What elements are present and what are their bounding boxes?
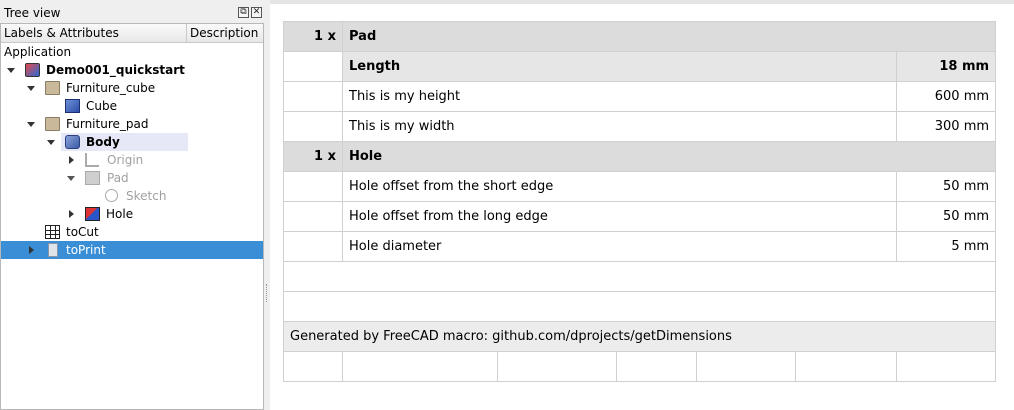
dimension-label[interactable]: This is my width: [342, 111, 897, 142]
table-row: This is my height 600 mm: [283, 81, 997, 112]
dimension-label[interactable]: This is my height: [342, 81, 897, 112]
column-header-labels[interactable]: Labels & Attributes: [1, 24, 187, 42]
column-header-description[interactable]: Description: [187, 24, 263, 42]
hole-icon: [85, 207, 100, 221]
footer-row: Generated by FreeCAD macro: github.com/d…: [282, 321, 997, 352]
tree-item-document[interactable]: Demo001_quickstart: [1, 61, 263, 79]
empty-cell[interactable]: [282, 291, 997, 322]
tree-item-toprint[interactable]: toPrint: [1, 241, 263, 259]
tree-item-application[interactable]: Application: [1, 43, 263, 61]
tree-item-label: Demo001_quickstart: [46, 63, 185, 77]
dimension-value[interactable]: 50 mm: [895, 201, 997, 232]
section-qty[interactable]: 1 x: [283, 21, 343, 52]
tree-view-panel: Tree view ⧉ ✕ Labels & Attributes Descri…: [0, 0, 264, 410]
spreadsheet-icon: [45, 225, 60, 239]
tree-item-label: Pad: [107, 171, 129, 185]
sketch-icon: [105, 189, 118, 202]
close-panel-button[interactable]: ✕: [251, 7, 262, 18]
tree-item-pad[interactable]: Pad: [1, 169, 263, 187]
empty-cell[interactable]: [282, 261, 997, 292]
dimension-label[interactable]: Hole offset from the short edge: [342, 171, 897, 202]
empty-cell[interactable]: [795, 351, 897, 382]
tree-item-label: Origin: [107, 153, 144, 167]
table-row: Hole offset from the short edge 50 mm: [283, 171, 997, 202]
expand-arrow-icon[interactable]: [27, 122, 35, 127]
folder-icon: [45, 81, 60, 95]
expand-arrow-icon[interactable]: [47, 140, 55, 145]
tree-item-furniture-cube[interactable]: Furniture_cube: [1, 79, 263, 97]
empty-cell[interactable]: [895, 351, 997, 382]
empty-cell[interactable]: [342, 351, 498, 382]
tree-widget: Labels & Attributes Description Applicat…: [0, 23, 264, 410]
tree-item-origin[interactable]: Origin: [1, 151, 263, 169]
empty-cell[interactable]: [616, 351, 697, 382]
dimension-label[interactable]: Length: [342, 51, 897, 82]
panel-title: Tree view: [4, 6, 61, 20]
splitter-grip-icon[interactable]: [266, 284, 268, 302]
document-icon: [25, 63, 40, 77]
empty-cell[interactable]: [283, 81, 343, 112]
page-icon: [48, 243, 58, 257]
empty-cell[interactable]: [283, 171, 343, 202]
cube-icon: [65, 99, 80, 113]
tree-item-label: Application: [4, 45, 72, 59]
empty-cell[interactable]: [283, 111, 343, 142]
tree-item-sketch[interactable]: Sketch: [1, 187, 263, 205]
tree-item-label: toCut: [66, 225, 99, 239]
expand-arrow-icon[interactable]: [27, 86, 35, 91]
section-name[interactable]: Hole: [341, 141, 997, 172]
table-row: Hole diameter 5 mm: [283, 231, 997, 262]
empty-cell[interactable]: [283, 201, 343, 232]
float-panel-button[interactable]: ⧉: [238, 7, 249, 18]
folder-icon: [45, 117, 60, 131]
empty-cell[interactable]: [283, 231, 343, 262]
dimension-value[interactable]: 50 mm: [895, 171, 997, 202]
empty-cell[interactable]: [283, 351, 343, 382]
pad-icon: [85, 171, 100, 185]
expand-arrow-icon[interactable]: [7, 68, 15, 73]
tree-item-label: Cube: [86, 99, 117, 113]
origin-icon: [85, 153, 99, 167]
dimension-value[interactable]: 600 mm: [895, 81, 997, 112]
tree-item-label: Body: [86, 135, 120, 149]
section-name[interactable]: Pad: [341, 21, 997, 52]
empty-cell[interactable]: [696, 351, 796, 382]
dimensions-table: 1 x Pad Length 18 mm This is my height 6…: [282, 21, 997, 382]
dimension-value[interactable]: 300 mm: [895, 111, 997, 142]
table-row: Hole offset from the long edge 50 mm: [283, 201, 997, 232]
section-row-hole: 1 x Hole: [283, 141, 997, 172]
empty-cell[interactable]: [283, 51, 343, 82]
tree-item-hole[interactable]: Hole: [1, 205, 263, 223]
tree-item-label: Furniture_pad: [66, 117, 149, 131]
tree-item-tocut[interactable]: toCut: [1, 223, 263, 241]
body-icon: [65, 135, 80, 149]
collapse-arrow-icon[interactable]: [69, 156, 74, 164]
dimension-value[interactable]: 5 mm: [895, 231, 997, 262]
empty-row: [282, 291, 997, 322]
expand-arrow-icon[interactable]: [67, 176, 75, 181]
collapse-arrow-icon[interactable]: [69, 210, 74, 218]
dimension-value[interactable]: 18 mm: [895, 51, 997, 82]
section-qty[interactable]: 1 x: [283, 141, 343, 172]
dimension-label[interactable]: Hole diameter: [342, 231, 897, 262]
tree-item-label: Sketch: [126, 189, 167, 203]
tree-item-body[interactable]: Body: [1, 133, 263, 151]
section-row-pad: 1 x Pad: [283, 21, 997, 52]
tree-header: Labels & Attributes Description: [1, 24, 263, 43]
empty-row: [283, 351, 997, 382]
selection-highlight: [61, 133, 188, 151]
tree-item-label: Furniture_cube: [66, 81, 156, 95]
footer-text[interactable]: Generated by FreeCAD macro: github.com/d…: [282, 321, 997, 352]
tree-item-label: Hole: [106, 207, 134, 221]
tree-item-furniture-pad[interactable]: Furniture_pad: [1, 115, 263, 133]
empty-row: [282, 261, 997, 292]
empty-cell[interactable]: [497, 351, 617, 382]
tree-item-cube[interactable]: Cube: [1, 97, 263, 115]
table-row: This is my width 300 mm: [283, 111, 997, 142]
spreadsheet-view: 1 x Pad Length 18 mm This is my height 6…: [270, 0, 1014, 410]
dimension-label[interactable]: Hole offset from the long edge: [342, 201, 897, 232]
collapse-arrow-icon[interactable]: [29, 246, 34, 254]
table-row: Length 18 mm: [283, 51, 997, 82]
tree-item-label: toPrint: [66, 243, 106, 257]
